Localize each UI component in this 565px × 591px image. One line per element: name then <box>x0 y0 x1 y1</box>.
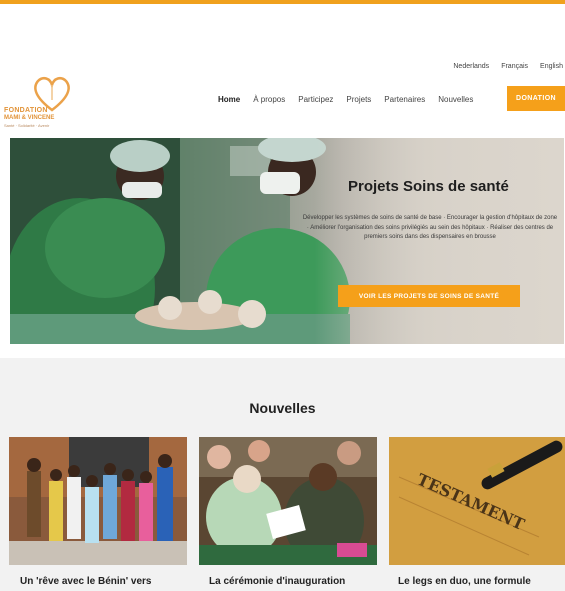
hero-title: Projets Soins de santé <box>348 178 509 195</box>
news-card-image-testament[interactable]: TESTAMENT <box>389 437 565 565</box>
logo-line-3: Santé · Solidarité · Avenir <box>4 123 50 128</box>
news-card-title[interactable]: Un 'rêve avec le Bénin' vers <box>20 576 152 587</box>
nav-projets[interactable]: Projets <box>346 95 371 104</box>
nav-partenaires[interactable]: Partenaires <box>384 95 425 104</box>
top-accent-rule <box>0 0 565 4</box>
language-switcher: Nederlands Français English <box>453 63 563 70</box>
ceremony-photo-image <box>199 437 377 565</box>
main-navigation: Home À propos Participez Projets Partena… <box>218 95 486 104</box>
lang-francais[interactable]: Français <box>501 63 528 70</box>
news-card-title[interactable]: La cérémonie d'inauguration <box>209 576 345 587</box>
news-card-image-benin[interactable] <box>9 437 187 565</box>
donation-button[interactable]: DONATION <box>507 86 565 111</box>
news-heading: Nouvelles <box>249 400 316 416</box>
group-photo-image <box>9 437 187 565</box>
view-healthcare-projects-button[interactable]: VOIR LES PROJETS DE SOINS DE SANTÉ <box>338 285 520 307</box>
nav-participez[interactable]: Participez <box>298 95 333 104</box>
nav-nouvelles[interactable]: Nouvelles <box>438 95 473 104</box>
nav-a-propos[interactable]: À propos <box>253 95 285 104</box>
news-card-image-ceremony[interactable] <box>199 437 377 565</box>
site-logo[interactable]: FONDATION MAMI & VINCENE Santé · Solidar… <box>2 74 80 130</box>
logo-line-1: FONDATION <box>4 107 48 114</box>
nav-home[interactable]: Home <box>218 95 240 104</box>
lang-nederlands[interactable]: Nederlands <box>453 63 489 70</box>
news-card-title[interactable]: Le legs en duo, une formule <box>398 576 531 587</box>
testament-document-image: TESTAMENT <box>389 437 565 565</box>
lang-english[interactable]: English <box>540 63 563 70</box>
logo-line-2: MAMI & VINCENE <box>4 115 55 121</box>
hero-description: Développer les systèmes de soins de sant… <box>302 215 558 240</box>
